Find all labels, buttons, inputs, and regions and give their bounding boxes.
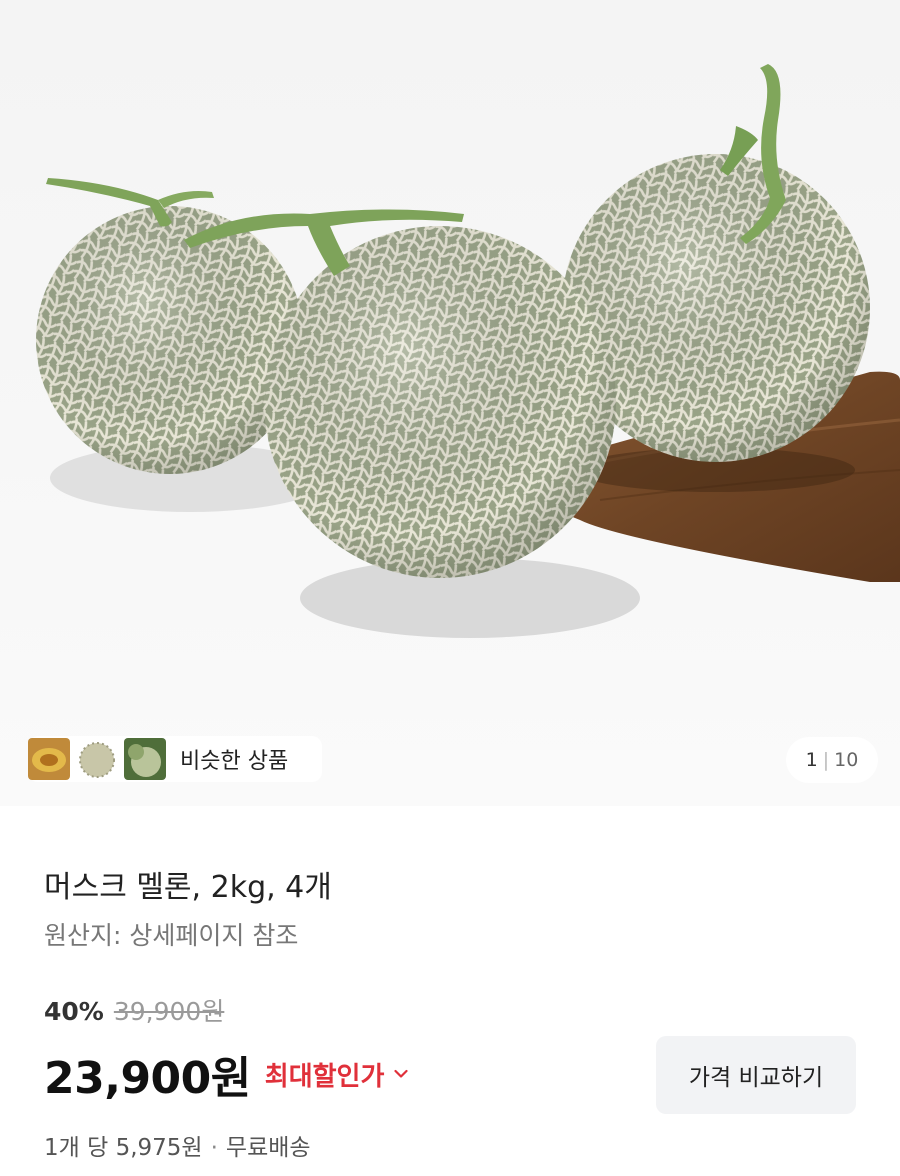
product-photo [36, 64, 900, 638]
unit-separator: · [210, 1135, 218, 1161]
product-title: 머스크 멜론, 2kg, 4개 [44, 870, 332, 905]
page-total: 10 [834, 749, 859, 771]
discount-row: 40% 39,900원 [44, 992, 224, 1028]
chevron-down-icon [394, 1069, 408, 1078]
original-price: 39,900원 [113, 997, 225, 1026]
page-separator: | [822, 749, 830, 771]
unit-price: 1개 당 5,975원 [44, 1135, 203, 1161]
compare-prices-button[interactable]: 가격 비교하기 [656, 1036, 856, 1114]
similar-products-label: 비슷한 상품 [180, 749, 289, 774]
product-info-panel: 머스크 멜론, 2kg, 4개 원산지: 상세페이지 참조 40% 39,900… [0, 806, 900, 1176]
similar-products-chip[interactable]: 비슷한 상품 [28, 736, 322, 782]
similar-thumb-3 [124, 738, 166, 780]
product-image-gallery[interactable]: 비슷한 상품 1 | 10 [0, 0, 900, 806]
page-current: 1 [805, 749, 818, 771]
price-row: 23,900원 최대할인가 [44, 1042, 408, 1106]
similar-thumb-2 [76, 738, 118, 780]
unit-price-row: 1개 당 5,975원 · 무료배송 [44, 1128, 311, 1162]
max-discount-label: 최대할인가 [264, 1061, 385, 1092]
image-page-counter: 1 | 10 [786, 737, 878, 783]
similar-thumb-1 [28, 738, 70, 780]
sale-price: 23,900원 [44, 1053, 251, 1104]
shipping-info: 무료배송 [225, 1135, 311, 1161]
discount-rate: 40% [44, 997, 104, 1026]
max-discount-toggle[interactable]: 최대할인가 [265, 1056, 409, 1093]
product-origin: 원산지: 상세페이지 참조 [44, 921, 299, 950]
